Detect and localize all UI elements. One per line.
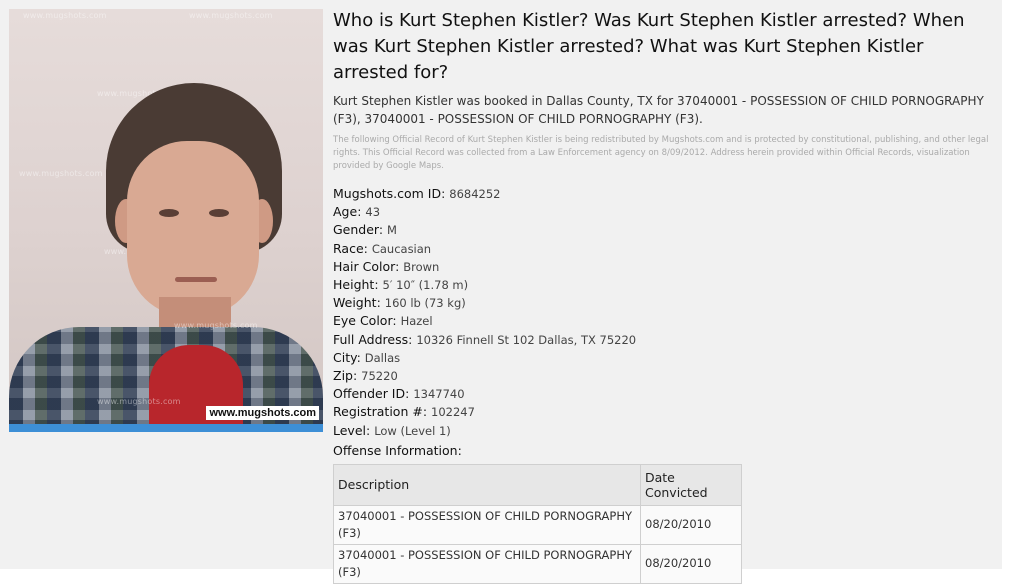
- field-weight: Weight: 160 lb (73 kg): [333, 295, 466, 311]
- column-header-date-convicted: Date Convicted: [640, 463, 742, 506]
- booking-summary: Kurt Stephen Kistler was booked in Dalla…: [333, 94, 984, 126]
- photo-bottom-bar: [9, 424, 323, 432]
- field-mugshots-id: Mugshots.com ID: 8684252: [333, 186, 501, 201]
- watermark-text: www.mugshots.com: [174, 321, 258, 330]
- eye-shape: [209, 209, 229, 217]
- field-gender: Gender: M: [333, 222, 397, 238]
- offense-description: 37040001 - POSSESSION OF CHILD PORNOGRAP…: [333, 543, 641, 584]
- field-registration: Registration #: 102247: [333, 404, 475, 420]
- field-full-address: Full Address: 10326 Finnell St 102 Dalla…: [333, 331, 637, 347]
- field-height: Height: 5′ 10″ (1.78 m): [333, 277, 469, 293]
- legal-disclaimer: The following Official Record of Kurt St…: [333, 135, 989, 171]
- table-row: 37040001 - POSSESSION OF CHILD PORNOGRAP…: [333, 543, 742, 584]
- eye-shape: [159, 209, 179, 217]
- offense-table: Description Date Convicted 37040001 - PO…: [333, 463, 742, 584]
- record-content: Who is Kurt Stephen Kistler? Was Kurt St…: [333, 8, 993, 584]
- page-title: Who is Kurt Stephen Kistler? Was Kurt St…: [333, 10, 965, 83]
- watermark-text: www.mugshots.com: [97, 397, 181, 406]
- offense-date: 08/20/2010: [640, 543, 742, 584]
- field-city: City: Dallas: [333, 349, 401, 365]
- watermark-text: www.mugshots.com: [189, 11, 273, 20]
- field-level: Level: Low (Level 1): [333, 422, 451, 438]
- record-page: www.mugshots.com www.mugshots.com www.mu…: [0, 0, 1002, 584]
- watermark-text: www.mugshots.com: [19, 169, 103, 178]
- field-hair-color: Hair Color: Brown: [333, 258, 440, 274]
- table-header-row: Description Date Convicted: [333, 463, 742, 506]
- field-age: Age: 43: [333, 204, 381, 220]
- field-zip: Zip: 75220: [333, 368, 398, 384]
- watermark-text: www.mugshots.com: [23, 11, 107, 20]
- mugshot-photo[interactable]: www.mugshots.com www.mugshots.com www.mu…: [9, 9, 323, 432]
- field-race: Race: Caucasian: [333, 240, 432, 256]
- column-header-description: Description: [333, 463, 641, 506]
- table-row: 37040001 - POSSESSION OF CHILD PORNOGRAP…: [333, 504, 742, 545]
- offense-heading: Offense Information:: [333, 442, 462, 458]
- offense-date: 08/20/2010: [640, 504, 742, 545]
- field-eye-color: Eye Color: Hazel: [333, 313, 433, 329]
- field-offender-id: Offender ID: 1347740: [333, 386, 465, 402]
- mouth-shape: [175, 277, 217, 282]
- face-shape: [127, 141, 259, 317]
- photo-source-stamp: www.mugshots.com: [206, 406, 319, 420]
- offense-description: 37040001 - POSSESSION OF CHILD PORNOGRAP…: [333, 504, 641, 545]
- record-fields: Mugshots.com ID: 8684252 Age: 43 Gender:…: [333, 185, 993, 440]
